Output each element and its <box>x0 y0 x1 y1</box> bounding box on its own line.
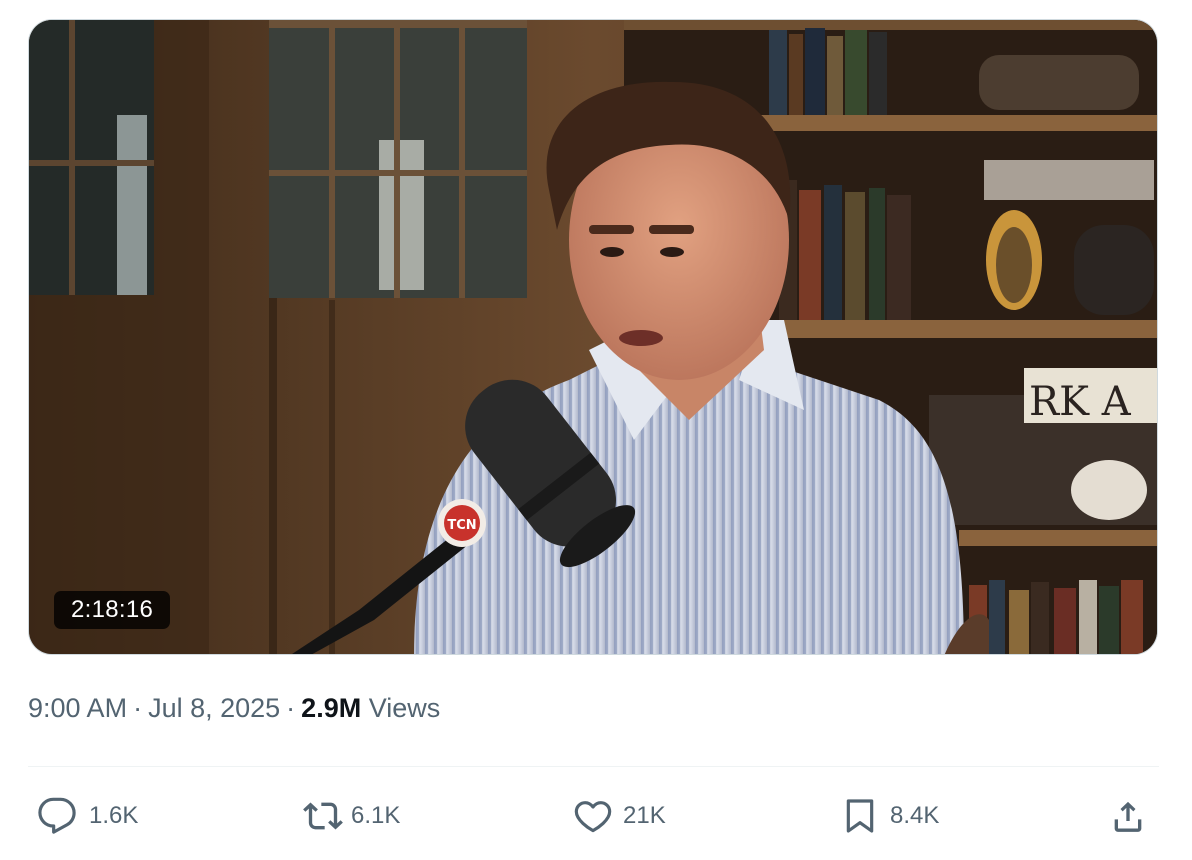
meta-separator: · <box>286 693 296 723</box>
like-count: 21K <box>623 802 666 829</box>
reply-icon <box>37 796 77 836</box>
tweet-metadata: 9:00 AM · Jul 8, 2025 · 2.9M Views <box>28 693 440 724</box>
views-label: Views <box>368 693 441 723</box>
tweet-time[interactable]: 9:00 AM <box>28 693 127 723</box>
like-button[interactable]: 21K <box>573 790 666 842</box>
tweet-date[interactable]: Jul 8, 2025 <box>148 693 280 723</box>
divider <box>28 766 1159 767</box>
views-count: 2.9M <box>301 693 362 723</box>
meta-separator: · <box>133 693 143 723</box>
bookmark-icon <box>840 796 880 836</box>
video-duration-badge: 2:18:16 <box>54 591 171 629</box>
bookmark-button[interactable]: 8.4K <box>840 790 939 842</box>
tweet-action-bar: 1.6K 6.1K 21K 8.4K <box>0 790 1192 842</box>
reply-button[interactable]: 1.6K <box>37 790 138 842</box>
bookmark-count: 8.4K <box>890 802 940 829</box>
mic-logo-text: TCN <box>447 518 476 533</box>
heart-icon <box>573 796 613 836</box>
video-player[interactable]: RK A TCN 2:18:16 <box>28 19 1158 655</box>
repost-count: 6.1K <box>351 802 401 829</box>
repost-icon <box>303 796 343 836</box>
repost-button[interactable]: 6.1K <box>303 790 400 842</box>
shelf-sign-text: RK A <box>1029 379 1132 425</box>
share-button[interactable] <box>1108 790 1148 842</box>
video-thumbnail: RK A TCN <box>29 20 1157 654</box>
share-icon <box>1108 796 1148 836</box>
reply-count: 1.6K <box>89 802 139 829</box>
